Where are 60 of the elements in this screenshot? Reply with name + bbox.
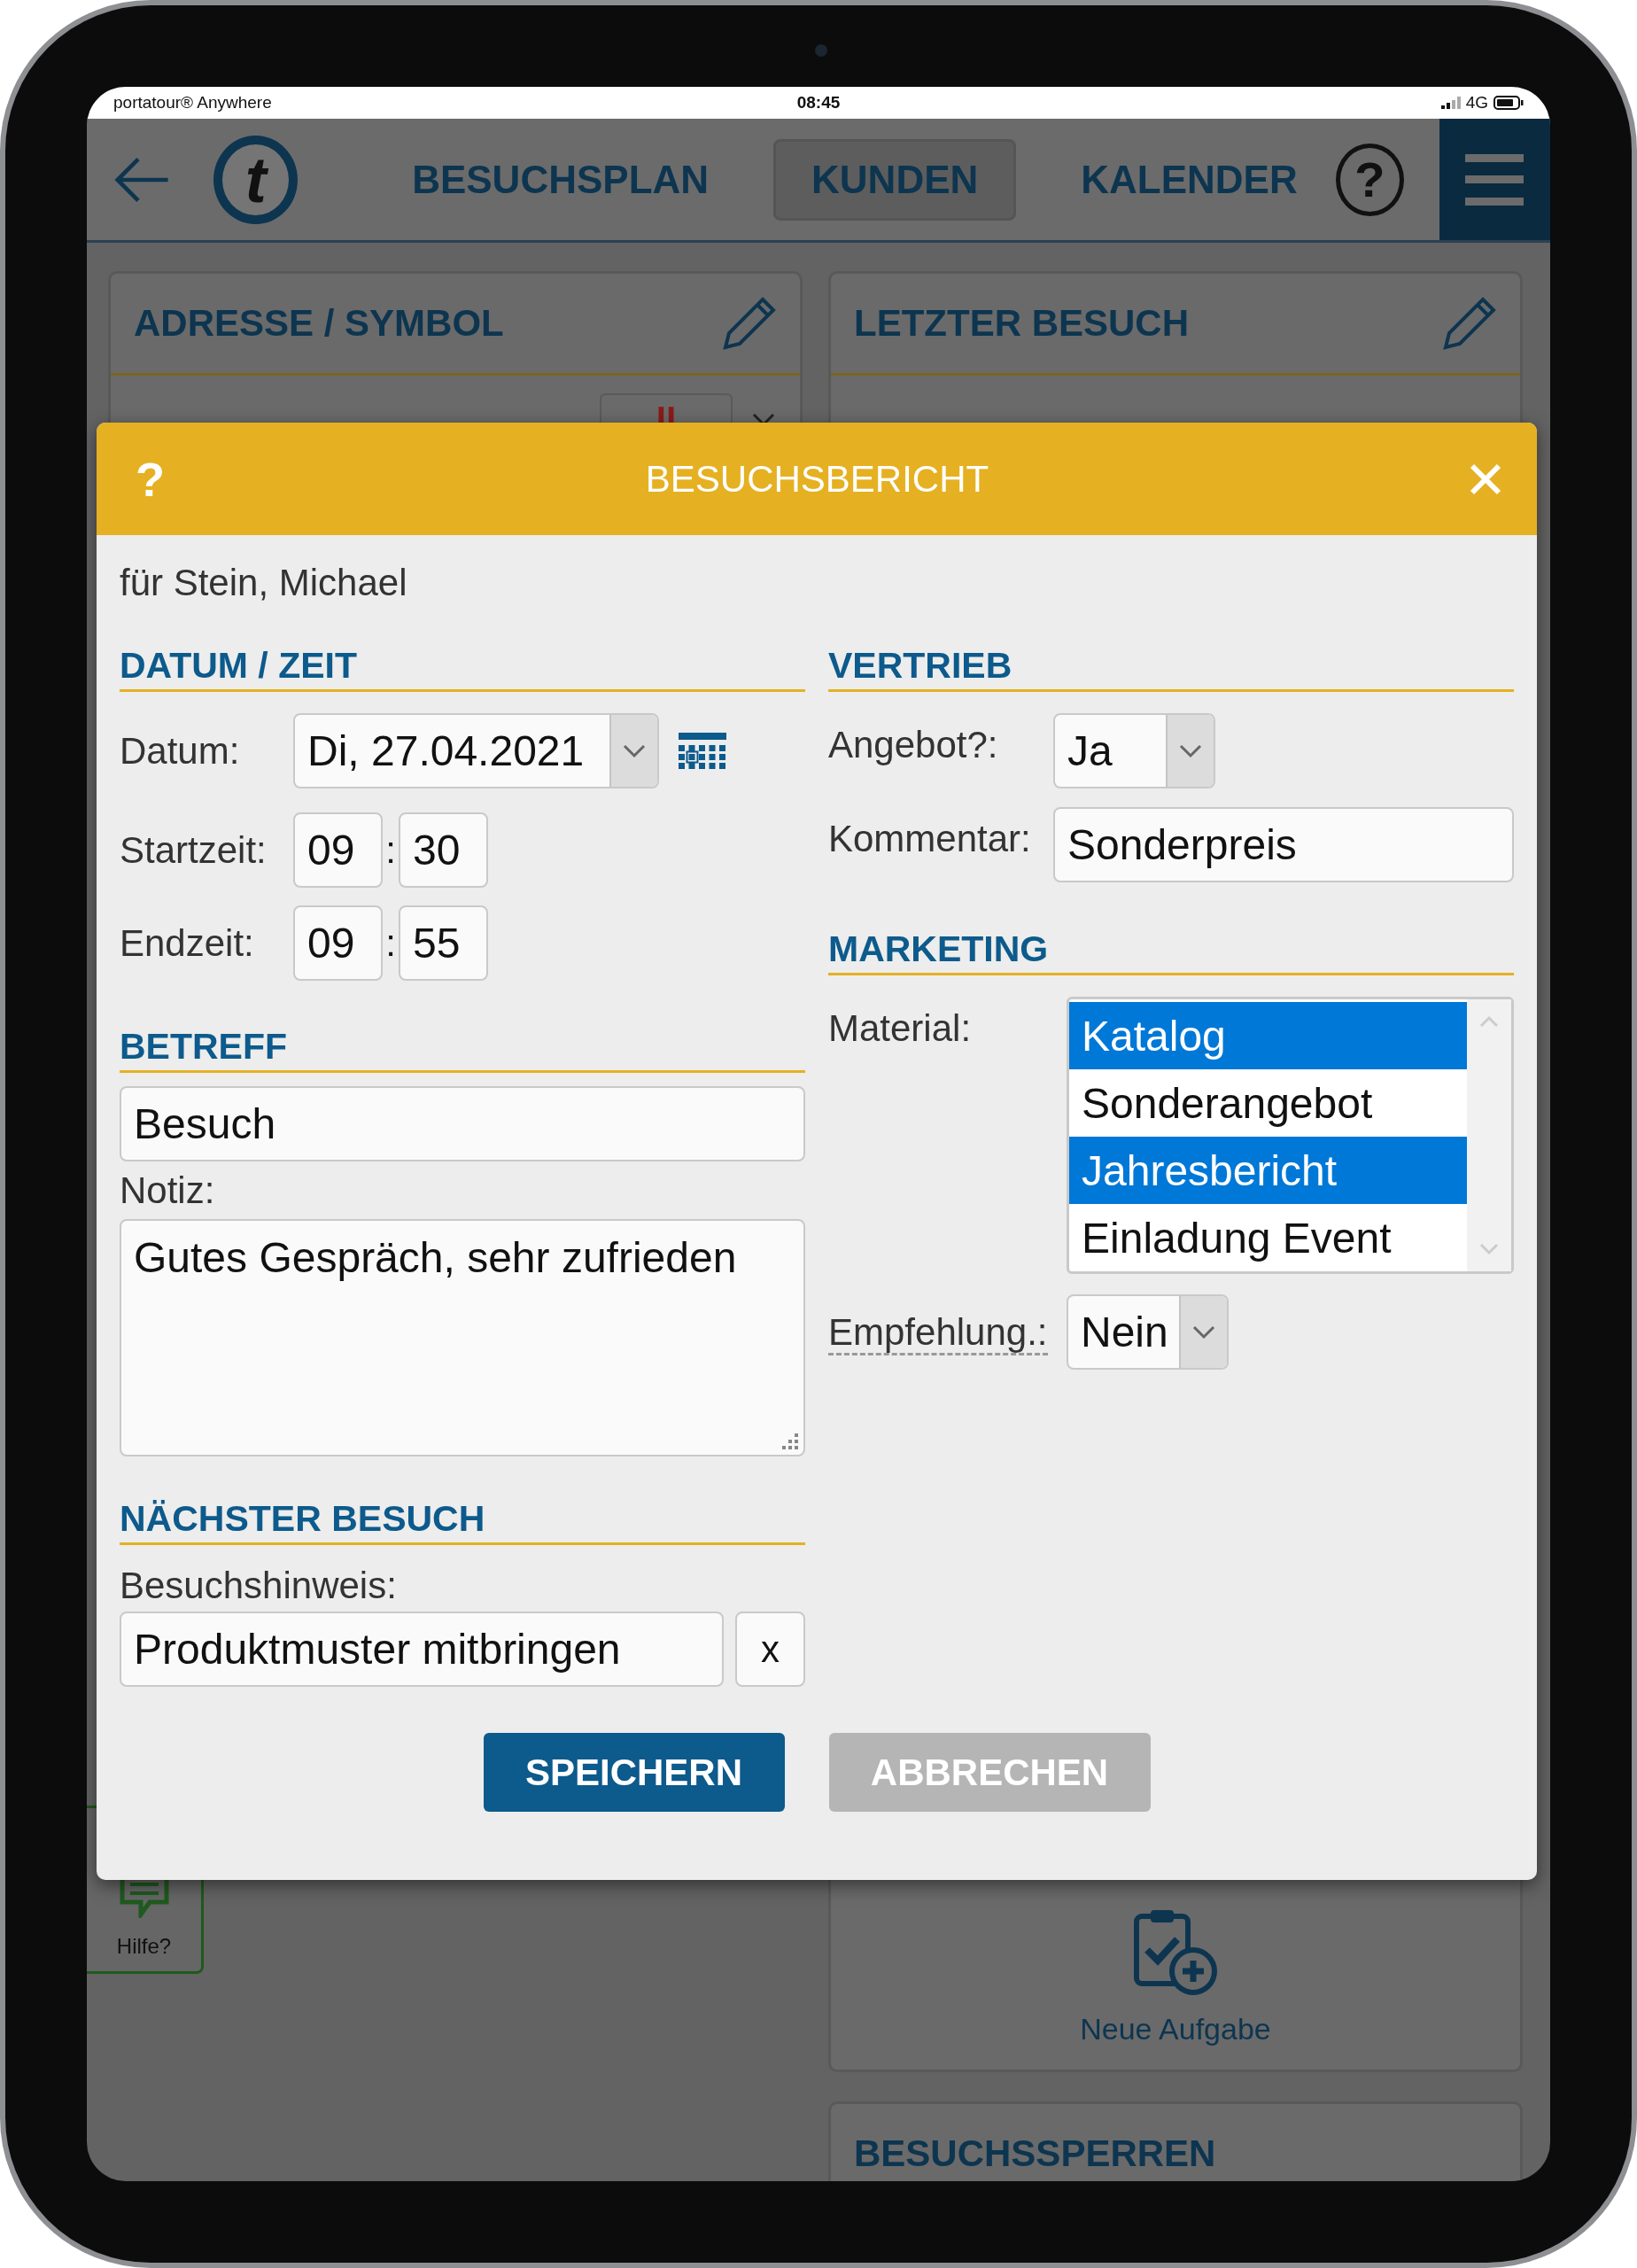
scroll-down-icon[interactable] [1479, 1243, 1499, 1255]
menu-button[interactable] [1439, 119, 1550, 240]
subject-field[interactable]: Besuch [120, 1086, 805, 1161]
section-heading: MARKETING [828, 927, 1514, 975]
dialog-subtitle: für Stein, Michael [120, 561, 408, 604]
offer-select[interactable]: Ja [1053, 713, 1215, 788]
save-button[interactable]: SPEICHERN [483, 1733, 785, 1812]
note-label: Notiz: [120, 1169, 216, 1213]
dialog-title: BESUCHSBERICHT [644, 457, 990, 501]
material-label: Material: [828, 1007, 973, 1050]
section-heading: NÄCHSTER BESUCH [120, 1496, 805, 1545]
camera-icon [815, 44, 827, 57]
clear-button[interactable]: x [735, 1612, 805, 1687]
clipboard-check-plus-icon [1133, 1907, 1218, 1996]
section-heading: BETREFF [120, 1024, 805, 1073]
scroll-up-icon[interactable] [1479, 1015, 1499, 1028]
referral-select[interactable]: Nein [1067, 1294, 1229, 1370]
signal-icon [1440, 97, 1461, 109]
menu-icon [1465, 153, 1525, 206]
hint-field[interactable]: Produktmuster mitbringen [120, 1612, 724, 1687]
list-option[interactable]: Jahresbericht [1069, 1137, 1467, 1204]
hour-field[interactable]: 09 [293, 812, 383, 888]
help-button[interactable]: ? [1335, 143, 1404, 216]
time-separator: : [384, 828, 397, 872]
date-label: Datum: [120, 729, 241, 773]
pencil-icon[interactable] [722, 296, 777, 351]
offer-label: Angebot?: [828, 723, 999, 766]
dropdown-icon [1192, 1324, 1215, 1340]
material-list[interactable]: Katalog Sonderangebot Jahresbericht Einladung Event [1067, 997, 1514, 1274]
list-option[interactable]: Einladung Event [1069, 1204, 1467, 1271]
calendar-icon[interactable] [679, 732, 726, 770]
section-heading: DATUM / ZEIT [120, 643, 805, 692]
battery-icon [1493, 96, 1524, 110]
dropdown-icon [623, 743, 646, 758]
clock: 08:45 [796, 93, 841, 112]
note-field[interactable]: Gutes Gespräch, sehr zufrieden [120, 1219, 805, 1456]
new-task-label: Neue Aufgabe [1080, 2012, 1271, 2047]
list-option[interactable]: Sonderangebot [1069, 1069, 1467, 1137]
time-label: Startzeit: [120, 828, 268, 872]
time-separator: : [384, 921, 397, 965]
hint-label: Besuchshinweis: [120, 1564, 398, 1608]
card-title: LETZTER BESUCH [854, 302, 1189, 345]
comment-label: Kommentar: [828, 817, 1032, 860]
close-icon[interactable] [1470, 462, 1501, 495]
network-label: 4G [1465, 93, 1488, 113]
card-title: BESUCHSSPERREN [854, 2132, 1216, 2175]
time-label: Endzeit: [120, 921, 255, 965]
date-select[interactable]: Di, 27.04.2021 [293, 713, 659, 788]
referral-label: Empfehlung.: [828, 1310, 1048, 1355]
comment-field[interactable]: Sonderpreis [1053, 807, 1514, 882]
app-logo[interactable]: t [213, 135, 299, 224]
minute-field[interactable]: 55 [399, 905, 488, 981]
hour-field[interactable]: 09 [293, 905, 383, 981]
dropdown-icon [1179, 743, 1202, 758]
app-name: portatour® Anywhere [113, 93, 272, 113]
pencil-icon[interactable] [1442, 296, 1497, 351]
card-title: ADRESSE / SYMBOL [134, 302, 504, 345]
list-option[interactable]: Katalog [1069, 1002, 1467, 1069]
section-heading: VERTRIEB [828, 643, 1514, 692]
minute-field[interactable]: 30 [399, 812, 488, 888]
